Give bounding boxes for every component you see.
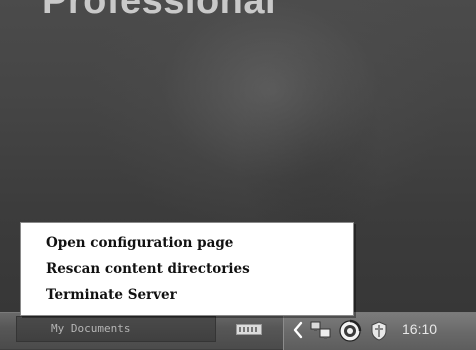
tray-context-menu: Open configuration page Rescan content d… [20, 222, 354, 316]
system-tray: 16:10 [283, 313, 476, 350]
desktop-brand-text: Professional [42, 0, 277, 22]
network-icon[interactable] [309, 319, 333, 341]
chevron-left-icon[interactable] [292, 321, 304, 339]
menu-item-rescan-content[interactable]: Rescan content directories [21, 256, 353, 282]
taskbar: My Documents 16:10 [0, 312, 476, 350]
menu-item-open-configuration[interactable]: Open configuration page [21, 230, 353, 256]
menu-item-terminate-server[interactable]: Terminate Server [21, 282, 353, 308]
taskbar-button-label: My Documents [51, 322, 131, 335]
media-server-icon[interactable] [338, 319, 362, 343]
keyboard-icon[interactable] [236, 324, 262, 335]
taskbar-clock[interactable]: 16:10 [402, 321, 437, 337]
taskbar-button-my-documents[interactable]: My Documents [16, 316, 216, 342]
shield-icon[interactable] [369, 320, 389, 342]
